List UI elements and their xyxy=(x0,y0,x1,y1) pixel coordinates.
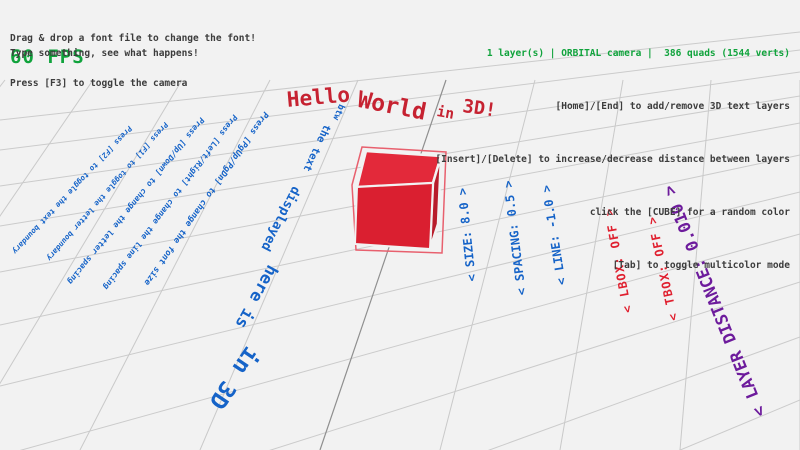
grid-axis-line xyxy=(320,80,446,450)
status-bar: 1 layer(s) | ORBITAL camera | 386 quads … xyxy=(435,46,790,61)
hud-right: 1 layer(s) | ORBITAL camera | 386 quads … xyxy=(435,8,790,311)
hud-help-line: Type something, see what happens! xyxy=(10,48,199,59)
cube-face-front xyxy=(355,183,433,249)
hud-help-line: [Tab] to toggle multicolor mode xyxy=(435,258,790,273)
hud-help-line: Press [F3] to toggle the camera xyxy=(10,78,187,89)
hud-help-line: [Home]/[End] to add/remove 3D text layer… xyxy=(435,99,790,114)
hud-help-line: click the [CUBE] for a random color xyxy=(435,205,790,220)
cube[interactable] xyxy=(352,147,446,253)
viewport-3d[interactable]: Hello World in 3D! btw the text displaye… xyxy=(0,0,800,450)
hud-left: 60 FPS Drag & drop a font file to change… xyxy=(10,8,85,163)
cube-face-top xyxy=(357,151,441,187)
hud-help-line: [Insert]/[Delete] to increase/decrease d… xyxy=(435,152,790,167)
hud-help-line: Drag & drop a font file to change the fo… xyxy=(10,33,256,44)
